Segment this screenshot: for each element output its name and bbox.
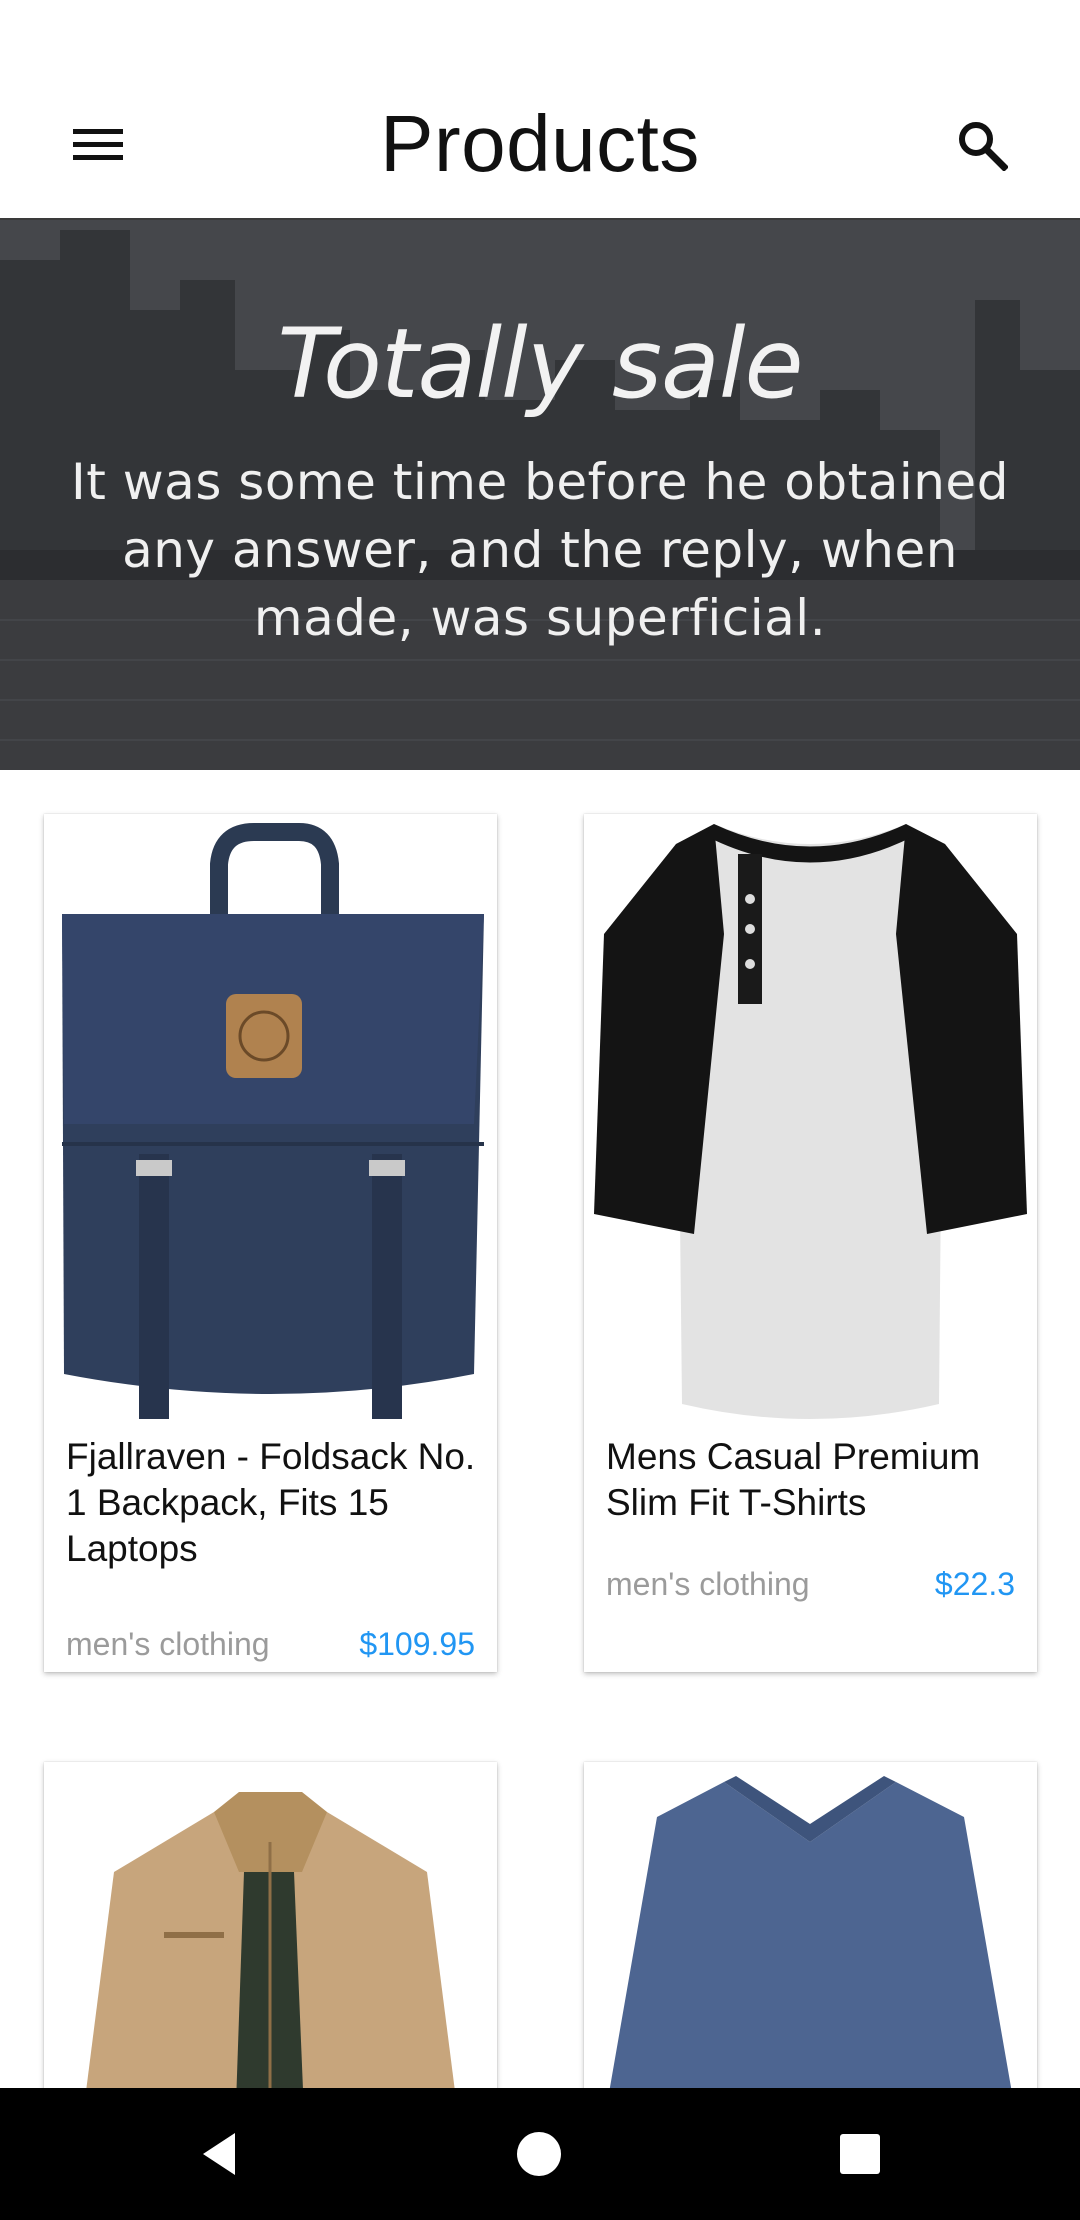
product-name: Mens Casual Premium Slim Fit T-Shirts bbox=[606, 1436, 981, 1523]
sale-banner[interactable]: Totally sale It was some time before he … bbox=[0, 220, 1080, 770]
raglan-henley-tshirt-image bbox=[584, 814, 1037, 1424]
product-category: men's clothing bbox=[66, 1626, 270, 1662]
back-button[interactable] bbox=[184, 2118, 256, 2190]
system-nav-bar bbox=[0, 2088, 1080, 2220]
product-image bbox=[44, 814, 497, 1424]
recents-square-icon bbox=[840, 2134, 880, 2174]
product-name: Fjallraven - Foldsack No. 1 Backpack, Fi… bbox=[66, 1436, 476, 1569]
banner-text: It was some time before he obtained any … bbox=[71, 453, 1009, 647]
product-price: $22.3 bbox=[934, 1566, 1015, 1602]
home-circle-icon bbox=[517, 2132, 561, 2176]
recents-button[interactable] bbox=[824, 2118, 896, 2190]
navy-backpack-image bbox=[44, 814, 497, 1424]
page-title: Products bbox=[380, 99, 700, 188]
product-meta: men's clothing $22.3 bbox=[606, 1566, 1015, 1603]
status-bar bbox=[0, 0, 1080, 70]
product-card[interactable]: Fjallraven - Foldsack No. 1 Backpack, Fi… bbox=[44, 814, 497, 1672]
app-bar: Products bbox=[0, 70, 1080, 220]
search-button[interactable] bbox=[942, 110, 1022, 180]
product-category: men's clothing bbox=[606, 1566, 810, 1602]
product-card[interactable]: Mens Casual Premium Slim Fit T-Shirts me… bbox=[584, 814, 1037, 1672]
back-triangle-icon bbox=[203, 2133, 235, 2175]
home-button[interactable] bbox=[503, 2118, 575, 2190]
product-image bbox=[584, 814, 1037, 1424]
banner-title: Totally sale bbox=[277, 308, 803, 420]
search-icon bbox=[959, 122, 1008, 171]
product-meta: men's clothing $109.95 bbox=[66, 1626, 475, 1663]
product-price: $109.95 bbox=[359, 1626, 475, 1662]
